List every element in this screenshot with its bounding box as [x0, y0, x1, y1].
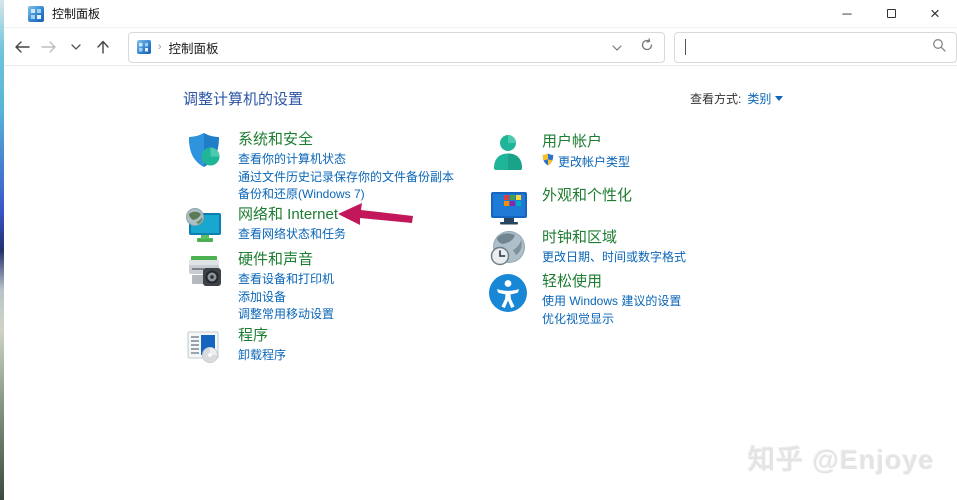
annotation-arrow-icon	[336, 201, 416, 236]
link-adjust-mobility-settings[interactable]: 调整常用移动设置	[238, 306, 334, 324]
address-bar[interactable]: › 控制面板	[127, 31, 666, 63]
clock-region-icon[interactable]	[487, 228, 529, 270]
view-by-control: 查看方式: 类别	[690, 90, 784, 107]
watermark: 知乎 @Enjoye	[748, 445, 935, 475]
close-button[interactable]: ×	[913, 0, 957, 27]
control-panel-icon	[136, 40, 151, 54]
forward-icon	[41, 41, 57, 53]
link-file-history-backup[interactable]: 通过文件历史记录保存你的文件备份副本	[238, 169, 454, 187]
up-button[interactable]	[90, 34, 117, 61]
forward-button[interactable]	[36, 34, 63, 61]
text-caret	[685, 39, 687, 55]
link-check-computer-status[interactable]: 查看你的计算机状态	[238, 151, 454, 169]
hardware-icon[interactable]	[183, 250, 225, 292]
back-button[interactable]	[9, 34, 36, 61]
navigation-toolbar: › 控制面板	[0, 29, 957, 66]
category-network-internet: 网络和 Internet 查看网络状态和任务	[183, 205, 346, 247]
refresh-button[interactable]	[640, 37, 654, 57]
desktop-edge-strip	[0, 0, 4, 500]
category-programs: 程序 卸载程序	[183, 326, 286, 368]
link-change-date-time-formats[interactable]: 更改日期、时间或数字格式	[542, 249, 686, 267]
dropdown-triangle-icon	[775, 96, 784, 101]
chevron-down-icon	[71, 44, 82, 50]
category-user-accounts: 用户帐户 更改帐户类型	[487, 132, 630, 174]
breadcrumb-separator: ›	[157, 41, 162, 53]
category-clock-region: 时钟和区域 更改日期、时间或数字格式	[487, 228, 686, 270]
breadcrumb[interactable]: 控制面板	[169, 38, 219, 57]
category-title[interactable]: 用户帐户	[542, 132, 630, 152]
user-icon[interactable]	[487, 132, 529, 174]
search-icon[interactable]	[932, 38, 946, 57]
programs-icon[interactable]	[183, 326, 225, 368]
appearance-icon[interactable]	[487, 186, 529, 228]
link-change-account-type[interactable]: 更改帐户类型	[542, 153, 630, 172]
maximize-button[interactable]	[869, 0, 913, 27]
window-controls: ─ ×	[825, 0, 957, 27]
window-title: 控制面板	[52, 7, 101, 21]
category-hardware-sound: 硬件和声音 查看设备和打印机 添加设备 调整常用移动设置	[183, 250, 334, 324]
control-panel-icon	[28, 5, 44, 22]
uac-shield-icon	[542, 153, 554, 172]
view-by-dropdown[interactable]: 类别	[747, 90, 784, 107]
recent-pages-button[interactable]	[63, 34, 90, 61]
category-title[interactable]: 系统和安全	[238, 130, 454, 150]
category-system-security: 系统和安全 查看你的计算机状态 通过文件历史记录保存你的文件备份副本 备份和还原…	[183, 130, 454, 204]
category-title[interactable]: 时钟和区域	[542, 228, 686, 248]
shield-icon[interactable]	[183, 130, 225, 172]
category-title[interactable]: 外观和个性化	[542, 186, 632, 206]
link-view-devices-printers[interactable]: 查看设备和打印机	[238, 271, 334, 289]
titlebar: 控制面板 ─ ×	[0, 0, 957, 28]
link-suggested-settings[interactable]: 使用 Windows 建议的设置	[542, 293, 681, 311]
address-dropdown-button[interactable]	[612, 38, 622, 56]
view-by-label: 查看方式:	[690, 92, 742, 106]
maximize-icon	[886, 9, 896, 18]
category-title[interactable]: 硬件和声音	[238, 250, 334, 270]
page-title: 调整计算机的设置	[183, 91, 304, 108]
category-appearance: 外观和个性化	[487, 186, 632, 228]
back-icon	[14, 41, 31, 53]
category-ease-of-access: 轻松使用 使用 Windows 建议的设置 优化视觉显示	[487, 272, 681, 328]
ease-of-access-icon[interactable]	[487, 272, 529, 314]
category-title[interactable]: 轻松使用	[542, 272, 681, 292]
search-input[interactable]	[674, 31, 957, 63]
category-title[interactable]: 网络和 Internet	[238, 205, 346, 225]
up-icon	[97, 40, 110, 54]
category-title[interactable]: 程序	[238, 326, 286, 346]
network-icon[interactable]	[183, 205, 225, 247]
link-uninstall-program[interactable]: 卸载程序	[238, 347, 286, 365]
link-optimize-visual-display[interactable]: 优化视觉显示	[542, 311, 681, 329]
link-view-network-status[interactable]: 查看网络状态和任务	[238, 226, 346, 244]
link-add-device[interactable]: 添加设备	[238, 289, 334, 307]
minimize-button[interactable]: ─	[825, 0, 869, 27]
